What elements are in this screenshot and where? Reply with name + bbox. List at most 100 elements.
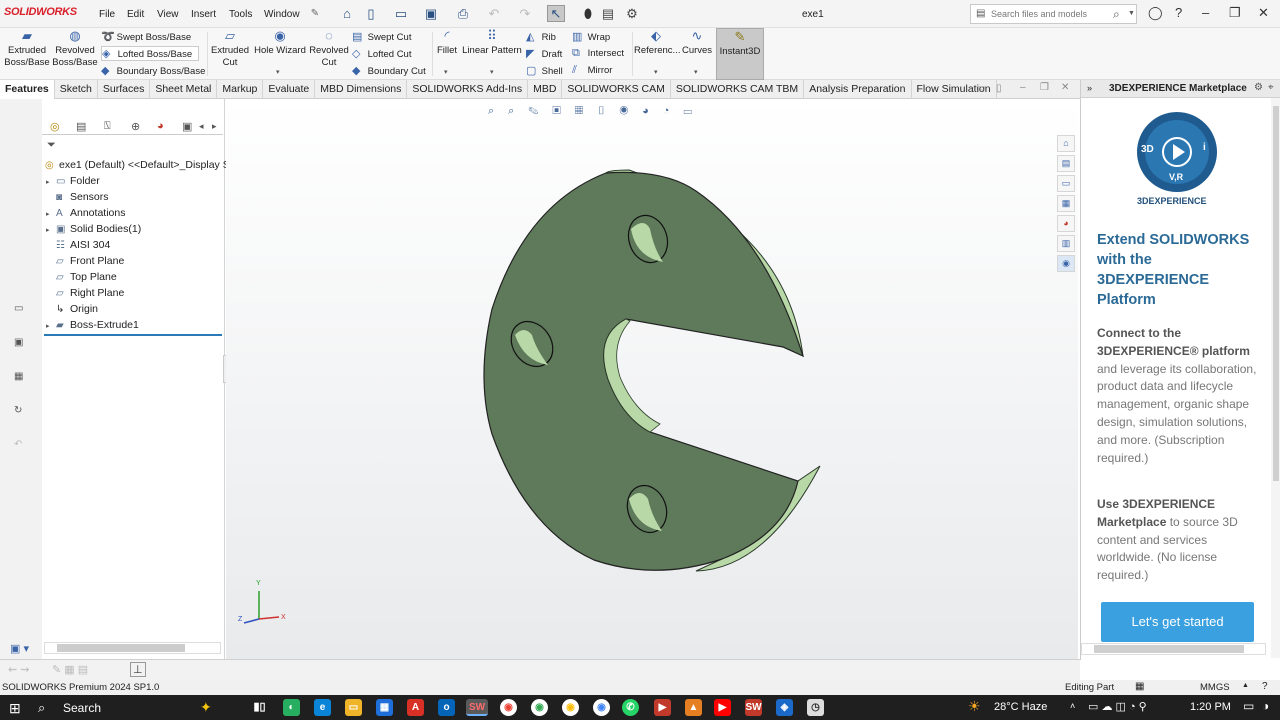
tree-item-front-plane[interactable]: ▱ Front Plane (46, 255, 124, 268)
file-explorer-icon[interactable]: ▭ (345, 699, 362, 716)
tab-mbd-dimensions[interactable]: MBD Dimensions (315, 80, 408, 99)
tile-icon[interactable]: ▭ (976, 83, 985, 94)
fillet-button[interactable]: ◜ Fillet (434, 28, 460, 57)
app-icon[interactable]: ◷ (807, 699, 824, 716)
menu-window[interactable]: Window (264, 9, 300, 20)
menu-view[interactable]: View (157, 9, 179, 20)
tab-markup[interactable]: Markup (217, 80, 264, 99)
instant3d-button[interactable]: ✎ Instant3D (716, 28, 764, 80)
vertical-scrollbar[interactable] (1271, 98, 1280, 658)
custom-properties-icon[interactable]: ▥ (1057, 235, 1075, 252)
rib-button[interactable]: ◭ Rib (526, 30, 556, 43)
view-icon[interactable]: ▭ (14, 303, 23, 314)
chevron-right-icon[interactable]: ▸ (212, 121, 217, 132)
dimxpert-tab-icon[interactable]: ⊕ (131, 120, 140, 133)
options-gear-icon[interactable]: ⚙ (623, 5, 641, 22)
chevron-up-icon[interactable]: ˄ (1070, 701, 1075, 711)
mirror-button[interactable]: ⫽ Mirror (572, 64, 612, 77)
minimize-icon[interactable]: – (1020, 82, 1026, 93)
pin-icon[interactable]: ✎ (306, 5, 324, 22)
solidworks-taskbar-icon[interactable]: SW (466, 699, 488, 716)
featuremanager-tab-icon[interactable]: ◎ (50, 120, 60, 133)
help-icon[interactable]: ? (1262, 681, 1268, 692)
graphics-area[interactable]: ⌕⌕✎▣▦▯◉◕◔▭ Y X Z (226, 99, 1078, 659)
tree-item-annotations[interactable]: ▸ A Annotations (46, 207, 125, 220)
tab-mbd[interactable]: MBD (528, 80, 563, 99)
sketch-tools-icon[interactable]: ✎ ▦ ▤ (52, 663, 88, 676)
tree-root[interactable]: ◎ exe1 (Default) <<Default>_Display S (45, 159, 230, 172)
menu-edit[interactable]: Edit (127, 9, 144, 20)
part-icon[interactable]: ▣ ▾ (10, 642, 29, 655)
intersect-button[interactable]: ⧉ Intersect (572, 47, 624, 60)
home-icon[interactable]: ⌂ (1057, 135, 1075, 152)
undo-icon[interactable]: ↶ (14, 439, 22, 450)
taskbar-search[interactable]: Search (63, 701, 101, 715)
curves-button[interactable]: ∿ Curves (680, 28, 714, 57)
close-icon[interactable]: ✕ (1258, 5, 1269, 21)
redo-icon[interactable]: ↷ (516, 5, 534, 22)
rollback-bar[interactable] (44, 334, 222, 336)
tab-solidworks-add-ins[interactable]: SOLIDWORKS Add-Ins (407, 80, 529, 99)
tab-features[interactable]: Features (0, 80, 55, 99)
search-box[interactable]: ▤ Search files and models ⌕ ▼ (970, 4, 1137, 24)
app-icon[interactable]: ◈ (776, 699, 793, 716)
gear-icon[interactable]: ⚙ (1254, 82, 1263, 93)
save-icon[interactable]: ▣ (422, 5, 440, 22)
scrollbar-thumb[interactable] (1094, 645, 1244, 653)
tree-item-right-plane[interactable]: ▱ Right Plane (46, 287, 124, 300)
new-document-icon[interactable]: ▯ (362, 5, 380, 22)
rotate-icon[interactable]: ↻ (14, 405, 22, 416)
tab-solidworks-cam[interactable]: SOLIDWORKS CAM (562, 80, 671, 99)
undo-icon[interactable]: ↶ (485, 5, 503, 22)
tree-item-top-plane[interactable]: ▱ Top Plane (46, 271, 117, 284)
search-icon[interactable]: ⌕ (38, 700, 45, 716)
revolved-cut-button[interactable]: ◌ Revolved Cut (308, 28, 350, 69)
autocad-icon[interactable]: A (407, 699, 424, 716)
propertymanager-tab-icon[interactable]: ▤ (76, 120, 86, 133)
whatsapp-icon[interactable]: ✆ (622, 699, 639, 716)
chevron-down-icon[interactable]: ▾ (654, 68, 658, 76)
open-folder-icon[interactable]: ▭ (392, 5, 410, 22)
file-explorer-icon[interactable]: ▭ (1057, 175, 1075, 192)
select-arrow-icon[interactable]: ↖ (547, 5, 565, 22)
close-icon[interactable]: ✕ (1061, 82, 1069, 93)
expand-arrow-icon[interactable]: ▸ (46, 322, 56, 330)
unit-system[interactable]: MMGS (1200, 682, 1230, 693)
wrap-button[interactable]: ▥ Wrap (572, 30, 610, 43)
weather-text[interactable]: 28°C Haze (994, 701, 1047, 713)
print-icon[interactable]: ⎙ (454, 5, 472, 22)
tile-icon[interactable]: ▯ (996, 83, 1002, 94)
windows-start-icon[interactable]: ⊞ (9, 700, 21, 717)
boundary-cut-button[interactable]: ◆ Boundary Cut (352, 64, 426, 77)
solidworks-logo[interactable]: SOLIDWORKS (4, 6, 77, 18)
sparkle-icon[interactable]: ✦ (200, 699, 212, 716)
extruded-boss-button[interactable]: ▰ Extruded Boss/Base (4, 28, 50, 69)
menu-tools[interactable]: Tools (229, 9, 252, 20)
file-properties-icon[interactable]: ▤ (599, 5, 617, 22)
hole-wizard-button[interactable]: ◉ Hole Wizard (253, 28, 307, 57)
monitor-icon[interactable]: ▣ (14, 337, 23, 348)
scrollbar-thumb[interactable] (57, 644, 185, 652)
tab-evaluate[interactable]: Evaluate (263, 80, 316, 99)
extruded-cut-button[interactable]: ▱ Extruded Cut (208, 28, 252, 69)
scrollbar-thumb[interactable] (1273, 106, 1279, 481)
chevron-up-icon[interactable]: ▲ (1242, 682, 1249, 689)
chrome-icon[interactable]: ◉ (500, 699, 517, 716)
configuration-tab-icon[interactable]: ⍂ (104, 120, 111, 133)
design-library-icon[interactable]: ▤ (1057, 155, 1075, 172)
menu-file[interactable]: File (99, 9, 115, 20)
layers-icon[interactable]: ▦ (14, 371, 23, 382)
chrome-icon[interactable]: ◉ (531, 699, 548, 716)
rebuild-icon[interactable]: ▦ (1135, 681, 1144, 692)
notification-icon[interactable]: ▭ (1243, 699, 1254, 713)
chevron-down-icon[interactable]: ▼ (1128, 10, 1135, 17)
horizontal-scrollbar[interactable] (44, 642, 221, 654)
lofted-boss-button[interactable]: ◈ Lofted Boss/Base (101, 46, 200, 61)
swept-boss-button[interactable]: ➰ Swept Boss/Base (101, 30, 191, 43)
dimension-icon[interactable]: ⊥ (130, 662, 146, 677)
app-icon[interactable]: ◐ (283, 699, 300, 716)
vlc-icon[interactable]: ▲ (685, 699, 702, 716)
expand-arrow-icon[interactable]: ▸ (46, 226, 56, 234)
search-icon[interactable]: ⌕ (1113, 7, 1120, 22)
system-tray-icons[interactable]: ▭ ☁ ◫ ◔ ⚲ (1088, 700, 1147, 713)
